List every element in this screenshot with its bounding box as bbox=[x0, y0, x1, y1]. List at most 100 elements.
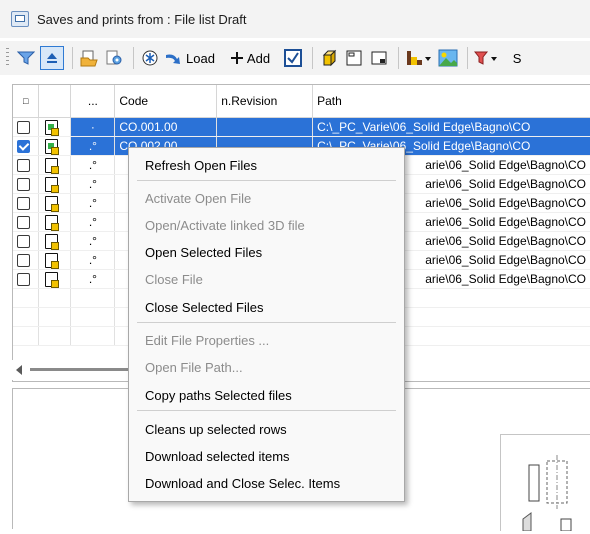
row-file-icon-cell bbox=[38, 231, 72, 251]
row-status-dot: .° bbox=[70, 174, 116, 194]
scroll-thumb[interactable] bbox=[30, 368, 138, 371]
row-checkbox[interactable] bbox=[17, 140, 30, 154]
file-document-icon bbox=[45, 195, 60, 212]
row-checkbox[interactable] bbox=[17, 273, 30, 287]
toolbar-separator bbox=[398, 47, 400, 69]
row-status-dot: .° bbox=[70, 212, 116, 232]
menu-item-close-selected-files[interactable]: Close Selected Files bbox=[145, 296, 264, 320]
row-status-dot: .° bbox=[70, 155, 116, 175]
filter-funnel-button[interactable] bbox=[15, 46, 37, 70]
sheet-button[interactable] bbox=[343, 46, 365, 70]
header-icon[interactable] bbox=[38, 85, 72, 118]
load-button[interactable]: Load bbox=[164, 46, 220, 70]
row-checkbox-cell[interactable] bbox=[13, 174, 40, 194]
row-checkbox[interactable] bbox=[17, 254, 30, 268]
table-header-row: □ ... Code n.Revision Path bbox=[13, 85, 590, 118]
menu-item-copy-paths-selected-files[interactable]: Copy paths Selected files bbox=[145, 384, 292, 408]
row-status-dot: .° bbox=[70, 250, 116, 270]
folder-doc-icon bbox=[80, 50, 98, 67]
toolbar-grip[interactable] bbox=[6, 48, 9, 68]
draft-sheet-icon bbox=[371, 51, 387, 65]
menu-separator bbox=[137, 180, 396, 181]
filter-dropdown-button[interactable] bbox=[473, 46, 501, 70]
row-checkbox[interactable] bbox=[17, 235, 30, 249]
document-gear-button[interactable] bbox=[103, 46, 125, 70]
scroll-left-arrow-icon[interactable] bbox=[16, 365, 22, 375]
header-checkbox[interactable]: □ bbox=[13, 85, 40, 118]
document-gear-icon bbox=[106, 50, 122, 65]
menu-item-edit-file-properties: Edit File Properties ... bbox=[145, 333, 270, 348]
row-status-dot: .° bbox=[70, 269, 116, 289]
empty-cell bbox=[70, 288, 116, 308]
cube-icon bbox=[322, 49, 337, 67]
row-checkbox-cell[interactable] bbox=[13, 136, 40, 156]
row-status-dot: .° bbox=[70, 136, 116, 156]
menu-item-download-selected-items[interactable]: Download selected items bbox=[145, 445, 290, 469]
row-checkbox[interactable] bbox=[17, 121, 30, 135]
row-checkbox-cell[interactable] bbox=[13, 193, 40, 213]
load-button-label: Load bbox=[186, 50, 215, 66]
chart-dropdown-button[interactable] bbox=[404, 46, 434, 70]
row-checkbox[interactable] bbox=[17, 216, 30, 230]
row-file-icon-cell bbox=[38, 212, 72, 232]
drawing-preview bbox=[500, 434, 590, 532]
red-filter-icon bbox=[474, 51, 498, 65]
header-code[interactable]: Code bbox=[114, 85, 218, 118]
menu-item-refresh-open-files[interactable]: Refresh Open Files bbox=[145, 154, 257, 178]
options-button[interactable] bbox=[139, 46, 161, 70]
row-status-dot: .° bbox=[70, 193, 116, 213]
row-checkbox-cell[interactable] bbox=[13, 231, 40, 251]
row-code: CO.001.00 bbox=[114, 117, 218, 137]
row-file-icon-cell bbox=[38, 174, 72, 194]
menu-separator bbox=[137, 322, 396, 323]
menu-item-cleans-up-selected-rows[interactable]: Cleans up selected rows bbox=[145, 418, 287, 442]
row-checkbox-cell[interactable] bbox=[13, 250, 40, 270]
image-button[interactable] bbox=[437, 46, 459, 70]
funnel-icon bbox=[17, 51, 35, 65]
eject-button[interactable] bbox=[40, 46, 64, 70]
asterisk-circle-icon bbox=[142, 50, 158, 66]
add-button[interactable]: Add bbox=[229, 46, 275, 70]
row-checkbox[interactable] bbox=[17, 178, 30, 192]
file-document-icon bbox=[45, 214, 60, 231]
sheet-icon bbox=[346, 50, 362, 66]
empty-cell bbox=[13, 307, 40, 327]
toolbar-separator bbox=[72, 47, 73, 69]
row-file-icon-cell bbox=[38, 136, 72, 156]
row-checkbox-cell[interactable] bbox=[13, 269, 40, 289]
menu-item-close-file: Close File bbox=[145, 272, 203, 287]
header-revision[interactable]: n.Revision bbox=[216, 85, 314, 118]
table-row[interactable]: · CO.001.00 C:\_PC_Varie\06_Solid Edge\Bag… bbox=[13, 117, 590, 137]
load-arrow-icon bbox=[166, 54, 180, 64]
file-document-icon bbox=[45, 157, 60, 174]
empty-cell bbox=[38, 326, 72, 346]
draft-button[interactable] bbox=[368, 46, 390, 70]
check-all-button[interactable] bbox=[282, 46, 304, 70]
row-checkbox[interactable] bbox=[17, 197, 30, 211]
row-checkbox-cell[interactable] bbox=[13, 117, 40, 137]
window-titlebar: Saves and prints from : File list Draft bbox=[0, 0, 590, 38]
menu-item-open-selected-files[interactable]: Open Selected Files bbox=[145, 241, 262, 265]
empty-cell bbox=[38, 288, 72, 308]
toolbar-separator bbox=[467, 47, 469, 69]
header-ellipsis[interactable]: ... bbox=[70, 85, 116, 118]
row-file-icon-cell bbox=[38, 155, 72, 175]
open-folder-button[interactable] bbox=[78, 46, 100, 70]
row-checkbox-cell[interactable] bbox=[13, 155, 40, 175]
menu-item-open-activate-linked-3d-file: Open/Activate linked 3D file bbox=[145, 218, 305, 233]
row-checkbox[interactable] bbox=[17, 159, 30, 173]
file-document-icon bbox=[45, 271, 60, 288]
row-status-dot: .° bbox=[70, 231, 116, 251]
solid-part-button[interactable] bbox=[318, 46, 340, 70]
row-checkbox-cell[interactable] bbox=[13, 212, 40, 232]
context-menu: Refresh Open Files Activate Open File Open… bbox=[128, 147, 405, 502]
drawing-thumbnail-icon bbox=[522, 455, 572, 532]
file-document-icon bbox=[45, 138, 60, 155]
empty-cell bbox=[13, 326, 40, 346]
landscape-image-icon bbox=[438, 49, 458, 67]
header-path[interactable]: Path bbox=[312, 85, 590, 118]
menu-item-download-and-close-selec-items[interactable]: Download and Close Selec. Items bbox=[145, 472, 340, 496]
toolbar-overflow-text[interactable]: S bbox=[506, 46, 528, 70]
menu-item-open-file-path: Open File Path... bbox=[145, 360, 243, 375]
row-file-icon-cell bbox=[38, 117, 72, 137]
